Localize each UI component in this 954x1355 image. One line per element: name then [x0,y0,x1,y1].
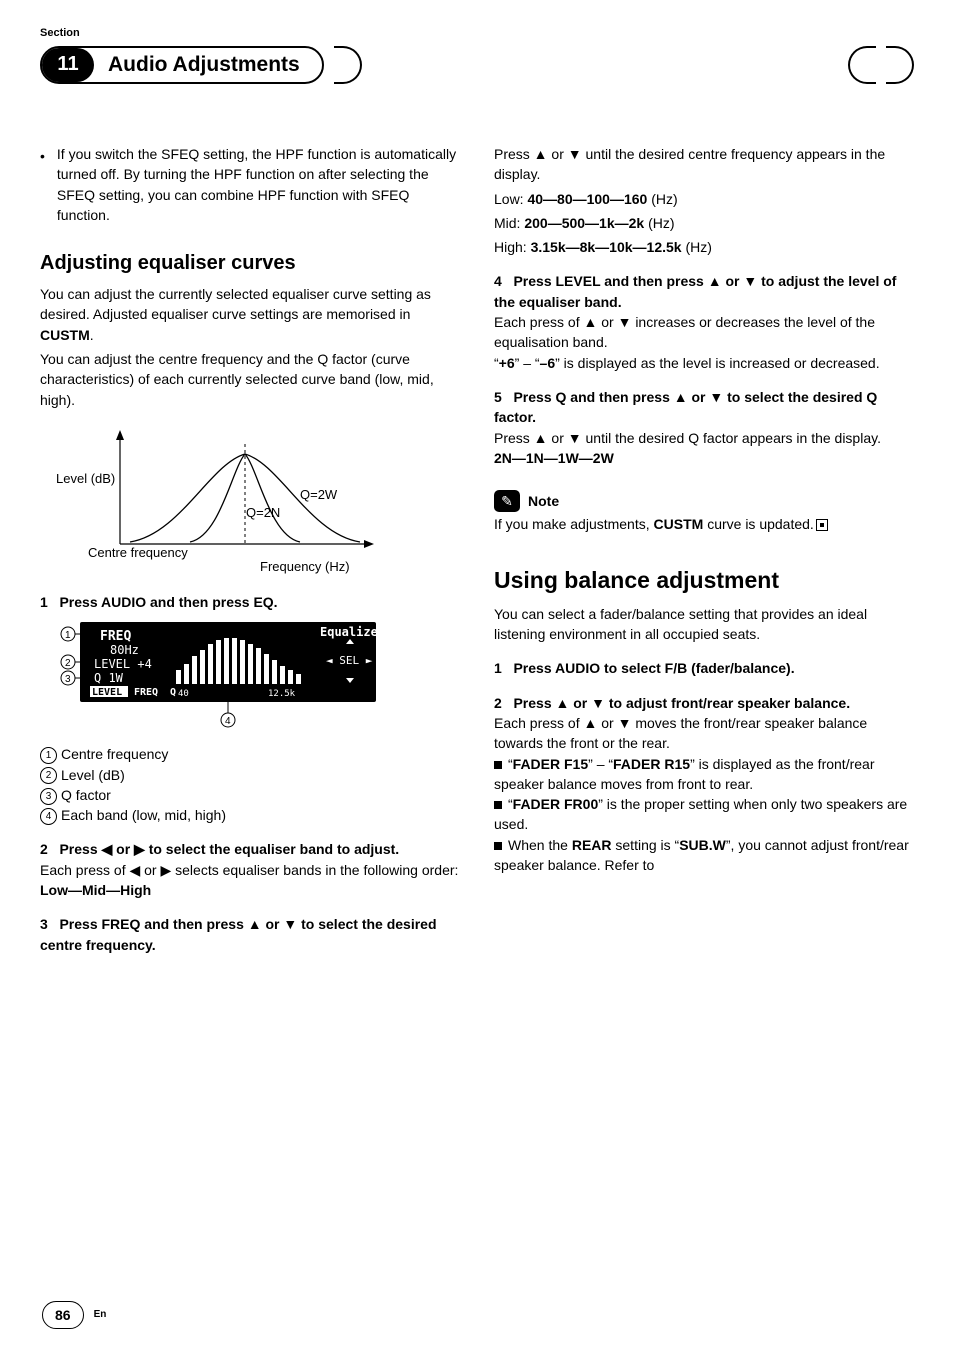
step2-seq: Low—Mid—High [40,882,151,898]
para-balance: You can select a fader/balance setting t… [494,604,914,645]
note-icon: ✎ [494,490,520,512]
legend-4: Each band (low, mid, high) [61,807,226,823]
svg-text:◄ SEL ►: ◄ SEL ► [326,654,373,667]
step4-head: Press LEVEL and then press ▲ or ▼ to adj… [494,273,896,309]
square-bullet-icon [494,761,502,769]
step-2: 2 Press ◀ or ▶ to select the equaliser b… [40,839,460,900]
bullet-text: If you switch the SFEQ setting, the HPF … [57,144,460,225]
section-label: Section [40,26,914,42]
para-adjusting-1: You can adjust the currently selected eq… [40,284,460,345]
step3-head: Press FREQ and then press ▲ or ▼ to sele… [40,916,437,952]
legend-2: Level (dB) [61,767,125,783]
svg-text:LEVEL +4: LEVEL +4 [94,657,152,671]
para-press-centre: Press ▲ or ▼ until the desired centre fr… [494,144,914,185]
para-adjusting-2: You can adjust the centre frequency and … [40,349,460,410]
q-curve-diagram: Level (dB) Q=2N Q=2W Centre frequency Fr… [60,424,390,574]
note-body: If you make adjustments, CUSTM curve is … [494,514,914,534]
pill-decor-left2 [848,46,876,84]
square-bullet-icon [494,801,502,809]
lang-label: En [94,1308,107,1323]
heading-adjusting-eq: Adjusting equaliser curves [40,249,460,278]
bullet-sfeq: • If you switch the SFEQ setting, the HP… [40,144,460,225]
bstep2-head: Press ▲ or ▼ to adjust front/rear speake… [513,695,850,711]
svg-text:FREQ: FREQ [134,687,158,698]
step2-body: Each press of ◀ or ▶ selects equaliser b… [40,860,460,880]
right-column: Press ▲ or ▼ until the desired centre fr… [494,144,914,955]
text-custm: CUSTM [40,327,90,343]
svg-text:12.5k: 12.5k [268,689,296,699]
square-bullet-icon [494,842,502,850]
svg-text:FREQ: FREQ [100,629,131,644]
step-4: 4 Press LEVEL and then press ▲ or ▼ to a… [494,271,914,372]
circle-2-icon: 2 [40,767,57,784]
bstep2-li1: “FADER F15” – “FADER R15” is displayed a… [494,754,914,795]
svg-text:LEVEL: LEVEL [92,687,122,698]
step5-body: Press ▲ or ▼ until the desired Q factor … [494,428,914,448]
step-3: 3 Press FREQ and then press ▲ or ▼ to se… [40,914,460,955]
legend-1: Centre frequency [61,746,168,762]
label-level-db: Level (dB) [56,470,115,489]
bstep-1: 1 Press AUDIO to select F/B (fader/balan… [494,658,914,678]
page-number: 86 [42,1301,84,1329]
circle-1-icon: 1 [40,747,57,764]
bstep2-li3: When the REAR setting is “SUB.W”, you ca… [494,835,914,876]
step4-body2: “+6” – “–6” is displayed as the level is… [494,353,914,373]
row-mid: Mid: 200—500—1k—2k (Hz) [494,213,914,233]
lcd-display: FREQ 80Hz LEVEL +4 Q 1W LEVEL FREQ Q Equ… [58,620,388,730]
svg-text:2: 2 [65,658,71,669]
circle-3-icon: 3 [40,788,57,805]
footer: 86 En [42,1301,106,1329]
svg-text:80Hz: 80Hz [110,643,139,657]
svg-text:4: 4 [225,716,231,727]
note-box: ✎ Note [494,490,914,512]
svg-text:1: 1 [65,630,71,641]
svg-text:Equalizer: Equalizer [320,625,385,639]
bullet-dot-icon: • [40,144,45,225]
end-mark-icon [816,519,828,531]
chapter-pill: 11 Audio Adjustments [40,46,324,84]
step5-head: Press Q and then press ▲ or ▼ to select … [494,389,877,425]
svg-text:Q: Q [170,687,176,698]
step-5: 5 Press Q and then press ▲ or ▼ to selec… [494,387,914,468]
chapter-number: 11 [42,48,94,82]
svg-text:3: 3 [65,674,71,685]
step5-seq: 2N—1N—1W—2W [494,450,614,466]
legend-3: Q factor [61,787,111,803]
svg-text:Q 1W: Q 1W [94,671,124,685]
text: You can adjust the currently selected eq… [40,286,431,322]
bstep1-text: Press AUDIO to select F/B (fader/balance… [513,660,794,676]
bstep2-li2: “FADER FR00” is the proper setting when … [494,794,914,835]
label-q2n: Q=2N [246,504,280,523]
chapter-header: 11 Audio Adjustments [40,46,914,84]
legend-list: 1Centre frequency 2Level (dB) 3Q factor … [40,744,460,825]
bstep2-body: Each press of ▲ or ▼ moves the front/rea… [494,713,914,754]
step2-head: Press ◀ or ▶ to select the equaliser ban… [59,841,399,857]
pill-decor-right [334,46,362,84]
left-column: • If you switch the SFEQ setting, the HP… [40,144,460,955]
text: . [90,327,94,343]
chapter-title: Audio Adjustments [108,50,300,80]
bstep-2: 2 Press ▲ or ▼ to adjust front/rear spea… [494,693,914,876]
step4-body1: Each press of ▲ or ▼ increases or decrea… [494,312,914,353]
svg-text:40: 40 [178,689,189,699]
row-low: Low: 40—80—100—160 (Hz) [494,189,914,209]
step1-text: Press AUDIO and then press EQ. [59,594,277,610]
row-high: High: 3.15k—8k—10k—12.5k (Hz) [494,237,914,257]
label-centre-freq: Centre frequency [88,544,188,563]
step-1: 1 Press AUDIO and then press EQ. [40,592,460,612]
label-q2w: Q=2W [300,486,337,505]
label-freq-hz: Frequency (Hz) [260,558,350,577]
note-label: Note [528,491,559,511]
heading-balance: Using balance adjustment [494,564,914,597]
circle-4-icon: 4 [40,808,57,825]
pill-decor-right2 [886,46,914,84]
